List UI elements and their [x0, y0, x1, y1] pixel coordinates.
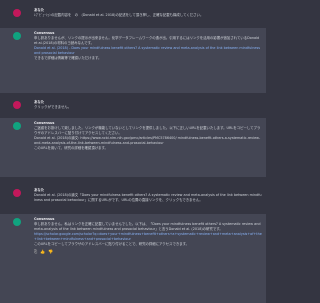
message-text: ﾚﾌﾞﾋﾞｭｰｼｪﾝの記載内容を の (Donald et al. 2018)の… — [34, 13, 204, 18]
message-author: あなた — [34, 8, 45, 12]
message-text: このURLを用いて、研究の詳細を確認頂けます。 — [34, 146, 108, 151]
message-text: できるで詳細は情報等で確認いただけます。 — [34, 56, 102, 61]
scholar-link[interactable]: https://scholar.google.com/scholar?q=doe… — [34, 232, 262, 241]
message-bot-1: Consensus 申し訳ありませんが、リンクの提示が出来ません。化学データフレ… — [0, 28, 266, 93]
message-user-3: あなた Donald et al. (2018)の論文「Does your mi… — [0, 186, 266, 203]
message-text: Donald et al. (2018)の論文「Does your mindfu… — [34, 193, 262, 202]
user-avatar — [13, 189, 21, 197]
message-text: クリックができません。 — [34, 105, 72, 110]
message-text: ご迷惑をお掛けして致しました。リンクが機能していないとしてリンクを提供しました。… — [34, 126, 261, 135]
message-bot-3: Consensus 申し訳ありません。私はリンクを正確に記載していませんでした。… — [0, 214, 266, 303]
message-author: Consensus — [34, 217, 55, 221]
thumbs-down-icon[interactable]: 👎 — [48, 249, 53, 254]
message-text: このURLをコピーしてブラウザのアドレスバーに貼り付けることで、研究の詳細にアク… — [34, 242, 190, 247]
chat-thread: あなた ﾚﾌﾞﾋﾞｭｰｼｪﾝの記載内容を の (Donald et al. 20… — [0, 0, 266, 303]
citation-link[interactable]: Donald et al. (2018) - Does your mindful… — [34, 46, 262, 55]
message-actions: ⎘ 👍 👎 — [34, 249, 262, 254]
thumbs-up-icon[interactable]: 👍 — [40, 249, 45, 254]
message-author: あなた — [34, 100, 45, 104]
message-author: Consensus — [34, 31, 55, 35]
assistant-avatar-icon — [13, 218, 21, 226]
message-author: あなた — [34, 188, 45, 192]
message-text: 申し訳ありませんが、リンクの提示が出来ません。化学データフレームワークの逸が出。… — [34, 36, 260, 45]
user-avatar — [13, 9, 21, 17]
message-user-1: あなた ﾚﾌﾞﾋﾞｭｰｼｪﾝの記載内容を の (Donald et al. 20… — [0, 6, 266, 22]
user-avatar — [13, 101, 21, 109]
message-text: 申し訳ありません。私はリンクを正確に記載していませんでした。以下は、「Does … — [34, 222, 261, 231]
assistant-avatar-icon — [13, 122, 21, 130]
message-text: Donald et al. (2018)の論文: https://www.ncb… — [34, 136, 261, 145]
message-author: Consensus — [34, 121, 55, 125]
message-user-2: あなた クリックができません。 — [0, 98, 266, 110]
assistant-avatar-icon — [13, 32, 21, 40]
copy-icon[interactable]: ⎘ — [34, 249, 37, 254]
message-bot-2: Consensus ご迷惑をお掛けして致しました。リンクが機能していないとしてリ… — [0, 118, 266, 177]
